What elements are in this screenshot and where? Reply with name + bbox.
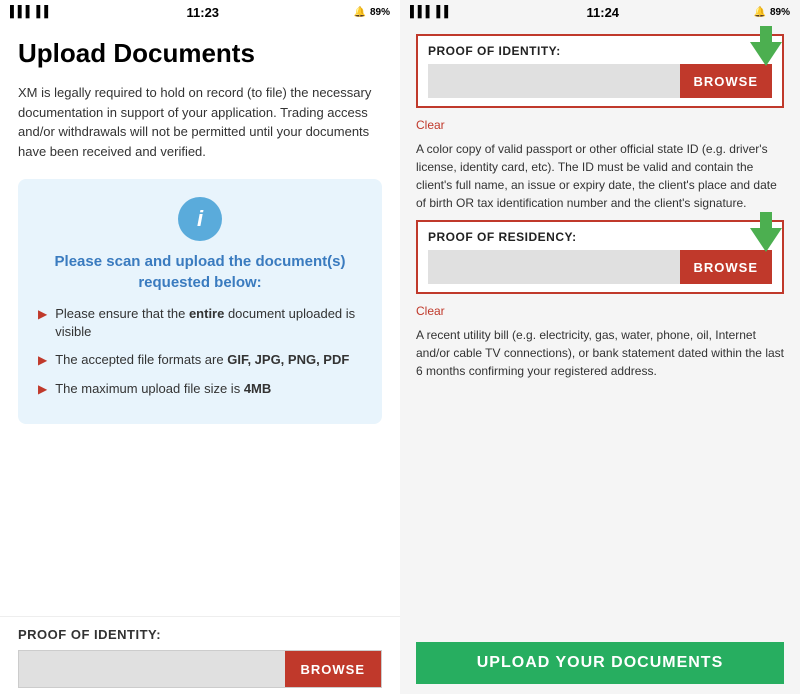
- left-content: Upload Documents XM is legally required …: [0, 24, 400, 616]
- identity-label: PROOF OF IDENTITY:: [428, 44, 772, 58]
- time-left: 11:23: [187, 5, 220, 20]
- notification-icon: 🔔: [354, 7, 366, 18]
- alarm-icon: 🔔: [754, 7, 766, 18]
- proof-of-identity-box: PROOF OF IDENTITY: BROWSE: [416, 34, 784, 108]
- identity-file-row: BROWSE: [428, 64, 772, 98]
- bullet-text-2: The accepted file formats are GIF, JPG, …: [55, 351, 349, 369]
- status-bar-right: ▌▌▌ ▌▌ 11:24 🔔 89%: [400, 0, 800, 24]
- residency-file-row: BROWSE: [428, 250, 772, 284]
- proof-of-residency-box: PROOF OF RESIDENCY: BROWSE: [416, 220, 784, 294]
- residency-clear-link[interactable]: Clear: [416, 304, 784, 318]
- identity-file-field[interactable]: [428, 64, 680, 98]
- file-input-field[interactable]: [19, 651, 285, 687]
- list-item: ▶ The accepted file formats are GIF, JPG…: [38, 351, 362, 369]
- file-input-row: BROWSE: [18, 650, 382, 688]
- residency-description: A recent utility bill (e.g. electricity,…: [416, 326, 784, 380]
- battery-pct-right: 89%: [770, 7, 790, 18]
- info-icon: i: [197, 206, 203, 232]
- battery-right: 🔔 89%: [754, 7, 790, 18]
- signal-right: ▌▌▌ ▌▌: [410, 6, 452, 18]
- description-text: XM is legally required to hold on record…: [18, 83, 382, 161]
- list-item: ▶ Please ensure that the entire document…: [38, 305, 362, 341]
- bottom-section: PROOF OF IDENTITY: BROWSE: [0, 616, 400, 694]
- info-box: i Please scan and upload the document(s)…: [18, 179, 382, 424]
- identity-description: A color copy of valid passport or other …: [416, 140, 784, 212]
- bullet-list: ▶ Please ensure that the entire document…: [34, 305, 366, 408]
- bullet-text-1: Please ensure that the entire document u…: [55, 305, 362, 341]
- bullet-arrow-1: ▶: [38, 306, 47, 323]
- info-icon-circle: i: [178, 197, 222, 241]
- green-arrow-identity: [742, 24, 790, 70]
- residency-label: PROOF OF RESIDENCY:: [428, 230, 772, 244]
- list-item: ▶ The maximum upload file size is 4MB: [38, 380, 362, 398]
- browse-button-bottom[interactable]: BROWSE: [285, 651, 382, 687]
- signal-left: ▌▌▌ ▌▌: [10, 6, 52, 18]
- page-title: Upload Documents: [18, 38, 382, 69]
- time-right: 11:24: [587, 5, 620, 20]
- residency-file-field[interactable]: [428, 250, 680, 284]
- identity-clear-link[interactable]: Clear: [416, 118, 784, 132]
- bullet-text-3: The maximum upload file size is 4MB: [55, 380, 271, 398]
- bottom-section-label: PROOF OF IDENTITY:: [18, 627, 382, 642]
- battery-left: 🔔 89%: [354, 7, 390, 18]
- battery-pct-left: 89%: [370, 7, 390, 18]
- right-panel: ▌▌▌ ▌▌ 11:24 🔔 89% PROOF OF IDENTITY: BR…: [400, 0, 800, 694]
- bullet-arrow-2: ▶: [38, 352, 47, 369]
- left-panel: ▌▌▌ ▌▌ 11:23 🔔 89% Upload Documents XM i…: [0, 0, 400, 694]
- info-box-title: Please scan and upload the document(s) r…: [34, 251, 366, 293]
- right-content: PROOF OF IDENTITY: BROWSE Clear A color …: [400, 24, 800, 694]
- upload-documents-button[interactable]: UPLOAD YOUR DOCUMENTS: [416, 642, 784, 684]
- bullet-arrow-3: ▶: [38, 381, 47, 398]
- status-bar-left: ▌▌▌ ▌▌ 11:23 🔔 89%: [0, 0, 400, 24]
- green-arrow-residency: [742, 208, 790, 256]
